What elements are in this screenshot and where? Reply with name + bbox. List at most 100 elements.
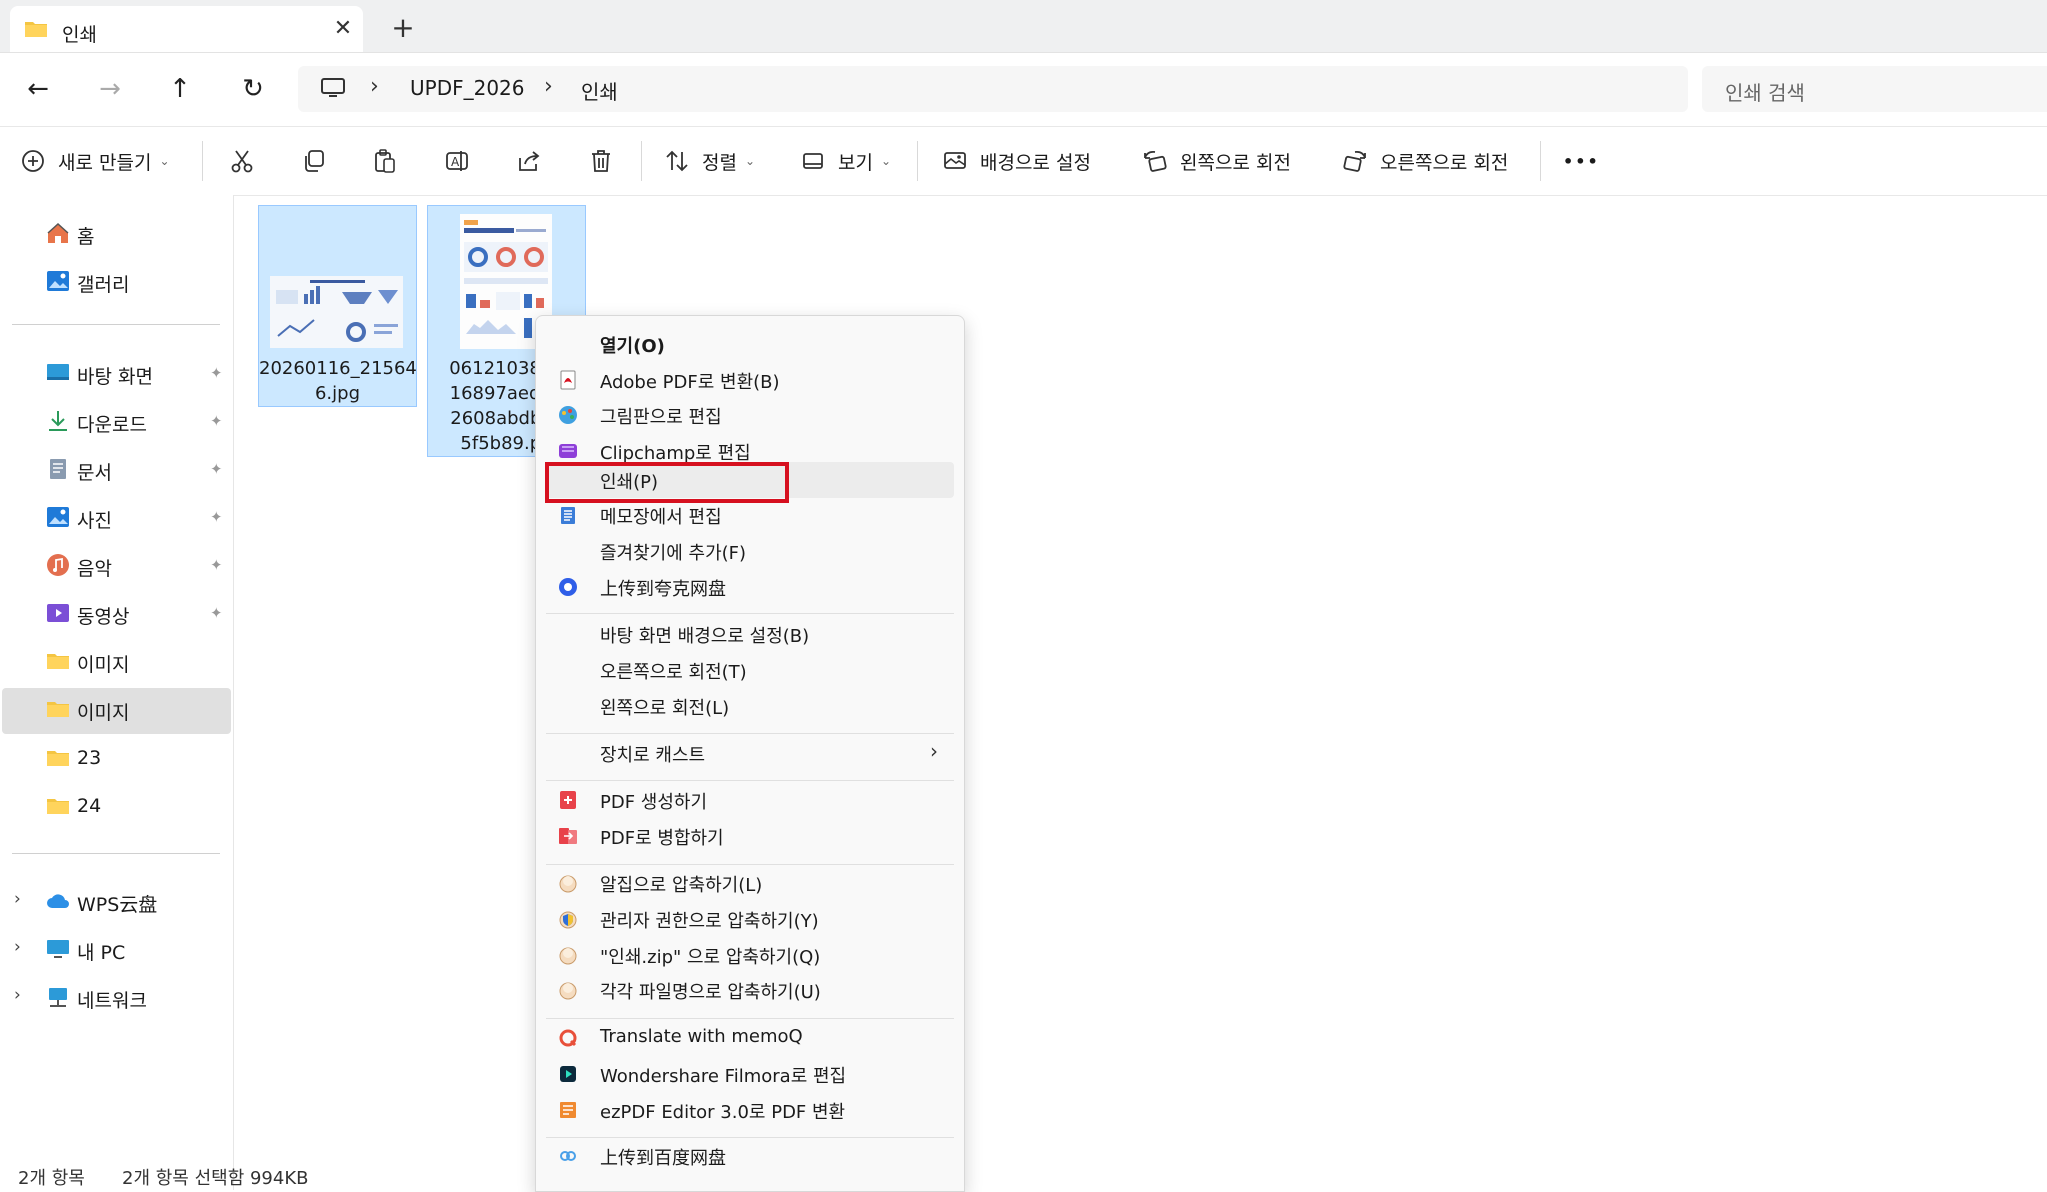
sidebar-item-desktop[interactable]: 바탕 화면 ✦ [0,350,233,396]
pin-icon[interactable]: ✦ [210,604,223,622]
new-button[interactable]: 새로 만들기 ⌄ [20,127,170,195]
breadcrumb-print[interactable]: 인쇄 [581,76,618,105]
view-label: 보기 [838,151,873,174]
forward-button[interactable]: → [88,67,132,111]
menu-label: 바탕 화면 배경으로 설정(B) [600,626,810,647]
breadcrumb-separator[interactable]: › [544,74,553,99]
sidebar-item-images-1[interactable]: 이미지 [0,638,233,684]
menu-item-rotate-right[interactable]: 오른쪽으로 회전(T) [546,653,954,687]
copy-button[interactable] [292,127,336,195]
sidebar-item-this-pc[interactable]: › 내 PC [0,926,233,972]
adobe-pdf-icon [560,370,576,390]
sidebar-label: 동영상 [77,606,130,628]
menu-item-paint[interactable]: 그림판으로 편집 [546,398,954,432]
sidebar-item-folder-24[interactable]: 24 [0,783,233,829]
pin-icon[interactable]: ✦ [210,508,223,526]
sidebar-item-folder-23[interactable]: 23 [0,735,233,781]
menu-label: 각각 파일명으로 압축하기(U) [600,982,821,1003]
rotate-left-button[interactable]: 왼쪽으로 회전 [1142,127,1291,195]
divider [1540,141,1541,181]
menu-item-add-favorites[interactable]: 즐겨찾기에 추가(F) [546,534,954,568]
trash-icon [592,150,610,172]
menu-item-adobe-pdf[interactable]: Adobe PDF로 변환(B) [546,363,954,397]
menu-item-baidu-upload[interactable]: 上传到百度网盘 [546,1139,954,1173]
pin-icon[interactable]: ✦ [210,364,223,382]
sidebar-item-downloads[interactable]: 다운로드 ✦ [0,398,233,444]
menu-item-pdf-merge[interactable]: PDF로 병합하기 [546,819,954,853]
rotate-right-label: 오른쪽으로 회전 [1380,151,1509,174]
back-button[interactable]: ← [16,67,60,111]
divider [12,324,220,325]
breadcrumb-separator[interactable]: › [370,74,379,99]
menu-label: PDF 생성하기 [600,792,708,813]
address-bar[interactable]: › UPDF_2026 › 인쇄 [298,66,1688,112]
file-item-jpg[interactable]: 20260116_21564 6.jpg [258,205,417,407]
alzip-icon [559,947,577,965]
pin-icon[interactable]: ✦ [210,412,223,430]
menu-item-memoq[interactable]: Translate with memoQ [546,1021,954,1055]
new-tab-button[interactable]: + [385,10,421,46]
rename-button[interactable]: A [435,127,479,195]
search-input[interactable]: 인쇄 검색 [1702,66,2047,112]
folder-icon [47,751,69,766]
folder-icon [47,654,69,669]
expand-chevron-icon[interactable]: › [14,889,21,909]
search-placeholder: 인쇄 검색 [1725,81,1805,105]
refresh-button[interactable]: ↻ [231,67,275,111]
close-tab-icon[interactable]: ✕ [328,14,358,44]
tab-print-folder[interactable]: 인쇄 ✕ [10,6,363,52]
pin-icon[interactable]: ✦ [210,460,223,478]
menu-item-notepad[interactable]: 메모장에서 편집 [546,498,954,532]
sidebar-label: 홈 [77,226,95,248]
breadcrumb-updf[interactable]: UPDF_2026 [410,76,525,100]
sidebar-item-gallery[interactable]: 갤러리 [0,258,233,304]
delete-button[interactable] [579,127,623,195]
sidebar-item-pictures[interactable]: 사진 ✦ [0,494,233,540]
sort-button[interactable]: 정렬 ⌄ [664,127,755,195]
sidebar-item-wps-cloud[interactable]: › WPS云盘 [0,878,233,924]
sidebar-item-documents[interactable]: 문서 ✦ [0,446,233,492]
menu-item-quark-upload[interactable]: 上传到夸克网盘 [546,570,954,604]
menu-item-zip-each[interactable]: 각각 파일명으로 압축하기(U) [546,973,954,1007]
menu-item-alzip-compress[interactable]: 알집으로 압축하기(L) [546,866,954,900]
divider [641,141,642,181]
sidebar-item-music[interactable]: 음악 ✦ [0,542,233,588]
rename-icon: A [446,151,468,171]
sidebar-label: 이미지 [77,702,130,724]
expand-chevron-icon[interactable]: › [14,937,21,957]
menu-item-cast-to-device[interactable]: 장치로 캐스트 › [546,736,954,770]
sidebar-item-network[interactable]: › 네트워크 [0,974,233,1020]
more-options-button[interactable]: ••• [1563,127,1600,195]
set-background-button[interactable]: 배경으로 설정 [942,127,1091,195]
ezpdf-icon [560,1102,576,1118]
cut-button[interactable] [220,127,264,195]
paste-button[interactable] [363,127,407,195]
menu-item-zip-named[interactable]: "인쇄.zip" 으로 압축하기(Q) [546,938,954,972]
menu-item-rotate-left[interactable]: 왼쪽으로 회전(L) [546,689,954,723]
alzip-icon [559,875,577,893]
expand-chevron-icon[interactable]: › [14,985,21,1005]
tab-bar: 인쇄 ✕ + [0,0,2047,53]
image-thumbnail [270,276,403,348]
sidebar-item-home[interactable]: 홈 [0,210,233,256]
menu-item-filmora[interactable]: Wondershare Filmora로 편집 [546,1057,954,1091]
menu-item-ezpdf[interactable]: ezPDF Editor 3.0로 PDF 변환 [546,1093,954,1127]
sort-label: 정렬 [702,151,737,174]
menu-item-open[interactable]: 열기(O) [546,327,954,361]
rotate-right-button[interactable]: 오른쪽으로 회전 [1342,127,1508,195]
share-button[interactable] [507,127,551,195]
up-button[interactable]: ↑ [158,67,202,111]
sidebar-item-images-2[interactable]: 이미지 [0,686,233,732]
pictures-icon [47,507,69,527]
menu-item-set-desktop-bg[interactable]: 바탕 화면 배경으로 설정(B) [546,617,954,651]
navigation-pane: 홈 갤러리 바탕 화면 ✦ 다운로드 ✦ 문서 ✦ 사진 ✦ 음악 ✦ 동영상 … [0,195,234,1190]
pin-icon[interactable]: ✦ [210,556,223,574]
view-button[interactable]: 보기 ⌄ [800,127,891,195]
menu-item-alzip-admin[interactable]: 관리자 권한으로 압축하기(Y) [546,902,954,936]
sidebar-item-videos[interactable]: 동영상 ✦ [0,590,233,636]
rotate-right-icon [1343,150,1366,172]
annotation-highlight-box [545,462,789,503]
menu-label: 열기(O) [600,336,665,357]
menu-item-pdf-create[interactable]: PDF 생성하기 [546,783,954,817]
sidebar-label: 갤러리 [77,274,130,296]
